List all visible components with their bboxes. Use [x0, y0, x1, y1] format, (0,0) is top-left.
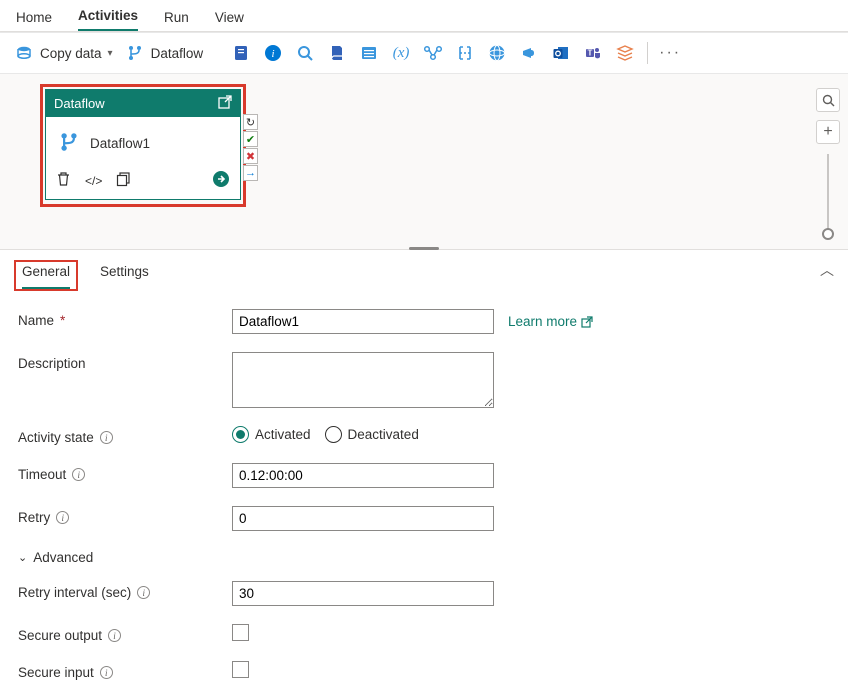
- tile-title: Dataflow: [54, 96, 105, 111]
- svg-text:i: i: [272, 48, 275, 60]
- advanced-toggle[interactable]: ⌄ Advanced: [18, 550, 93, 565]
- stack-icon[interactable]: [615, 43, 635, 63]
- dataflow-button[interactable]: Dataflow: [125, 43, 204, 63]
- info-icon[interactable]: i: [137, 586, 150, 599]
- megaphone-icon[interactable]: [519, 43, 539, 63]
- zoom-slider[interactable]: [827, 154, 829, 234]
- info-icon[interactable]: i: [100, 666, 113, 679]
- delete-icon[interactable]: [56, 171, 71, 190]
- secure-output-label: Secure output: [18, 628, 102, 643]
- tab-view[interactable]: View: [215, 10, 244, 31]
- retry-label: Retry: [18, 510, 50, 525]
- radio-deactivated-label: Deactivated: [348, 427, 419, 442]
- learn-more-label: Learn more: [508, 314, 577, 329]
- search-icon[interactable]: [295, 43, 315, 63]
- canvas-search-button[interactable]: [816, 88, 840, 112]
- radio-activated-label: Activated: [255, 427, 311, 442]
- properties-panel: General Settings ︿ Name * Learn more Des…: [0, 249, 848, 690]
- variable-icon[interactable]: (x): [391, 43, 411, 63]
- tab-activities[interactable]: Activities: [78, 8, 138, 31]
- zoom-in-button[interactable]: +: [816, 120, 840, 144]
- info-icon[interactable]: i: [108, 629, 121, 642]
- tab-run[interactable]: Run: [164, 10, 189, 31]
- top-tabstrip: Home Activities Run View: [0, 0, 848, 32]
- collapse-panel-icon[interactable]: ︿: [820, 260, 834, 280]
- dataflow-branch-icon: [58, 131, 80, 156]
- panel-tab-general[interactable]: General: [22, 264, 70, 289]
- name-input[interactable]: [232, 309, 494, 334]
- open-external-icon[interactable]: [218, 95, 232, 112]
- copy-data-label: Copy data: [40, 46, 102, 61]
- required-indicator: *: [60, 313, 65, 328]
- copy-data-icon: [14, 43, 34, 63]
- run-icon[interactable]: [212, 170, 230, 191]
- retry-interval-label: Retry interval (sec): [18, 585, 131, 600]
- pipeline-canvas[interactable]: Dataflow Dataflow1 </>: [0, 74, 848, 249]
- clone-icon[interactable]: [116, 172, 131, 190]
- highlight-box-tile: Dataflow Dataflow1 </>: [40, 84, 246, 207]
- copy-data-button[interactable]: Copy data ▾: [14, 43, 113, 63]
- dataflow-label: Dataflow: [151, 46, 204, 61]
- connector-loop-icon[interactable]: ↻: [243, 114, 258, 130]
- advanced-label: Advanced: [33, 550, 93, 565]
- script-icon[interactable]: [327, 43, 347, 63]
- secure-input-checkbox[interactable]: [232, 661, 249, 678]
- retry-input[interactable]: [232, 506, 494, 531]
- teams-icon[interactable]: T: [583, 43, 603, 63]
- info-circle-icon[interactable]: i: [263, 43, 283, 63]
- outlook-icon[interactable]: [551, 43, 571, 63]
- learn-more-link[interactable]: Learn more: [508, 314, 593, 329]
- chevron-down-icon: ▾: [108, 48, 113, 59]
- connector-success-icon[interactable]: ✔: [243, 131, 258, 147]
- timeout-label: Timeout: [18, 467, 66, 482]
- more-icon[interactable]: ···: [660, 43, 680, 63]
- web-icon[interactable]: [487, 43, 507, 63]
- svg-text:T: T: [588, 49, 593, 58]
- pipeline-icon[interactable]: [423, 43, 443, 63]
- radio-activated[interactable]: Activated: [232, 426, 311, 443]
- connector-fail-icon[interactable]: ✖: [243, 148, 258, 164]
- dataflow-branch-icon: [125, 43, 145, 63]
- description-label: Description: [18, 356, 86, 371]
- retry-interval-input[interactable]: [232, 581, 494, 606]
- activity-state-label: Activity state: [18, 430, 94, 445]
- activities-toolbar: Copy data ▾ Dataflow i (x) T ···: [0, 32, 848, 74]
- tile-name: Dataflow1: [90, 136, 150, 151]
- secure-output-checkbox[interactable]: [232, 624, 249, 641]
- code-icon[interactable]: </>: [85, 174, 102, 188]
- connector-completion-icon[interactable]: →: [243, 165, 258, 181]
- timeout-input[interactable]: [232, 463, 494, 488]
- name-label: Name: [18, 313, 54, 328]
- chevron-down-icon: ⌄: [18, 551, 27, 564]
- bracket-icon[interactable]: [455, 43, 475, 63]
- info-icon[interactable]: i: [56, 511, 69, 524]
- tab-home[interactable]: Home: [16, 10, 52, 31]
- radio-deactivated[interactable]: Deactivated: [325, 426, 419, 443]
- info-icon[interactable]: i: [100, 431, 113, 444]
- info-icon[interactable]: i: [72, 468, 85, 481]
- list-icon[interactable]: [359, 43, 379, 63]
- secure-input-label: Secure input: [18, 665, 94, 680]
- description-input[interactable]: [232, 352, 494, 408]
- notebook-icon[interactable]: [231, 43, 251, 63]
- dataflow-activity-tile[interactable]: Dataflow Dataflow1 </>: [45, 89, 241, 200]
- panel-tab-settings[interactable]: Settings: [100, 264, 149, 287]
- status-connectors: ↻ ✔ ✖ →: [243, 114, 258, 181]
- highlight-box-general-tab: General: [14, 260, 78, 291]
